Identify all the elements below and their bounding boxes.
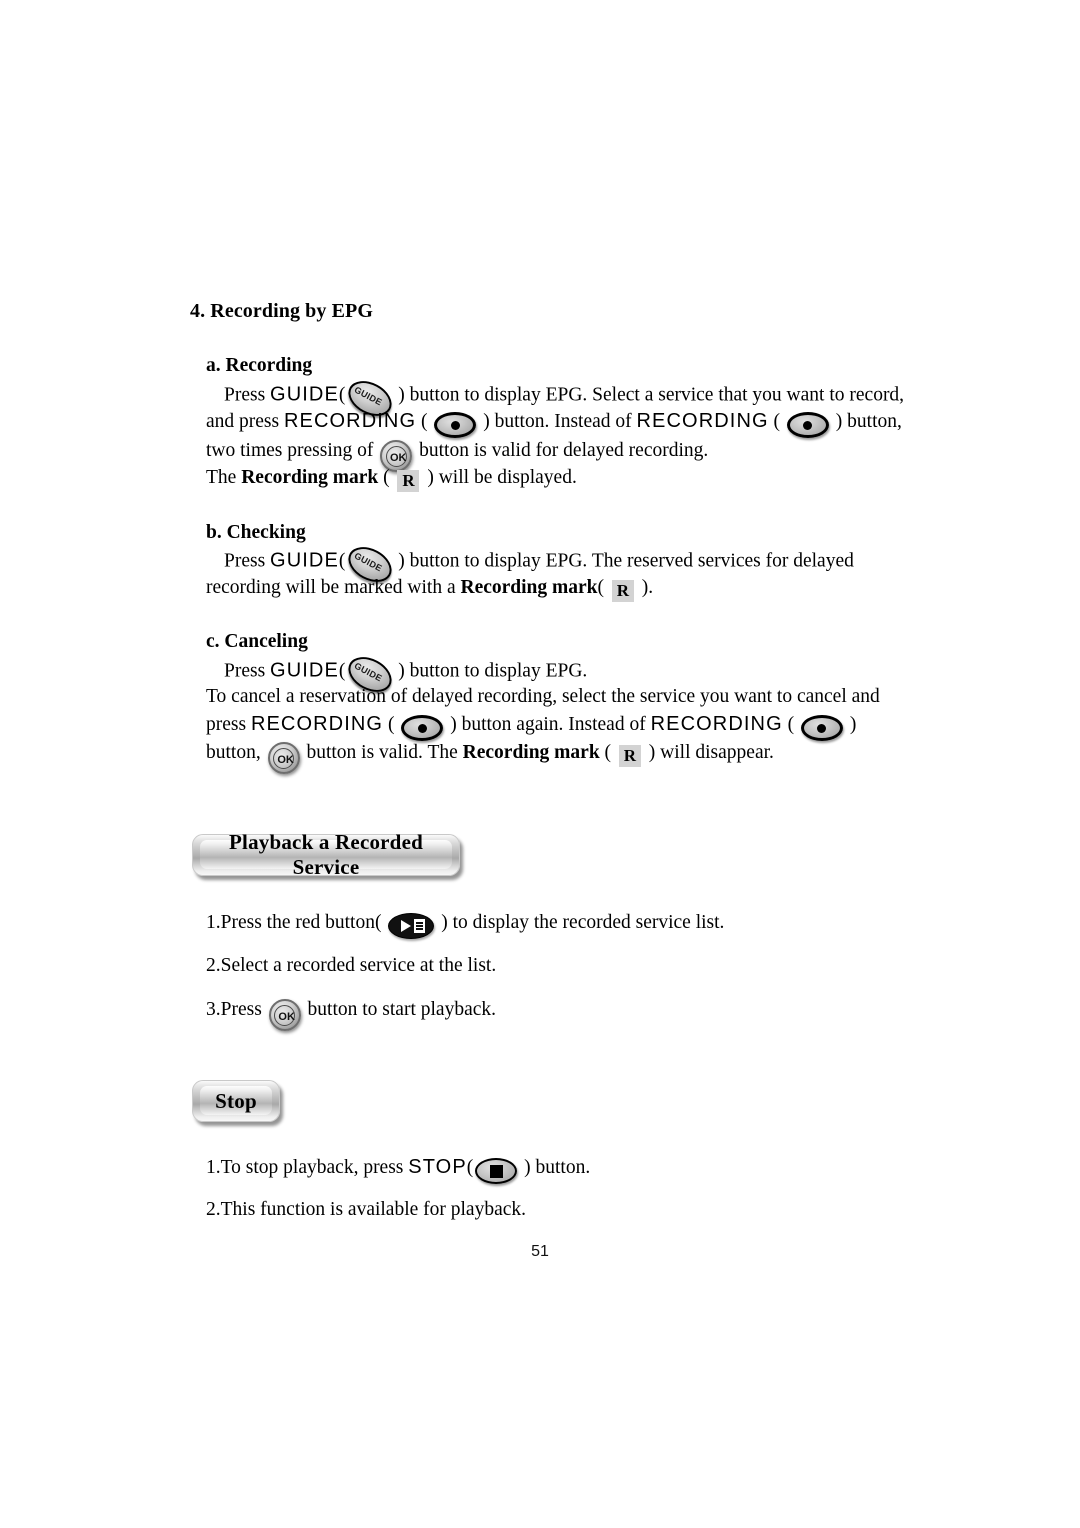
- recording-button-icon: [434, 412, 477, 439]
- keyname-guide: GUIDE: [270, 383, 339, 406]
- paren-open: (: [466, 1157, 474, 1178]
- ok-icon-label: OK: [278, 1011, 295, 1023]
- red-button-icon: [388, 913, 435, 940]
- keyname-recording: RECORDING: [250, 713, 384, 735]
- stop-step-2: 2.This function is available for playbac…: [206, 1199, 527, 1220]
- text-instead-of: ) button. Instead of: [478, 411, 637, 432]
- keyname-recording: RECORDING: [283, 410, 417, 432]
- subsection-heading-b-checking: b. Checking: [206, 522, 306, 543]
- record-dot: [803, 420, 813, 430]
- stop-button-icon: [475, 1158, 518, 1185]
- playback-step-1: 1.Press the red button( ) to display the…: [206, 912, 725, 940]
- recording-mark-icon: R: [611, 579, 634, 602]
- keyname-recording-2: RECORDING: [636, 410, 769, 432]
- paragraph-a-line-1: Press GUIDE(GUIDE ) button to display EP…: [224, 374, 905, 423]
- keyname-guide: GUIDE: [270, 549, 339, 572]
- text-reserved-services: ) button to display EPG. The reserved se…: [393, 550, 854, 572]
- text-paren-1: (: [416, 411, 433, 432]
- subsection-heading-a-recording: a. Recording: [206, 355, 313, 376]
- text-recording-marked: recording will be marked with a: [206, 577, 461, 598]
- document-page: 4. Recording by EPG a. Recording Press G…: [0, 0, 1080, 1528]
- subsection-heading-c-canceling: c. Canceling: [206, 631, 308, 652]
- play-triangle-icon: [401, 920, 412, 933]
- text-press: Press: [224, 550, 271, 572]
- text-paren-2: (: [768, 411, 785, 432]
- text-press: Press: [224, 660, 271, 682]
- text-press-red-button: 1.Press the red button(: [206, 912, 387, 933]
- keyname-guide: GUIDE: [270, 659, 339, 682]
- paragraph-c-line-2: To cancel a reservation of delayed recor…: [206, 686, 880, 707]
- stop-square: [489, 1164, 503, 1178]
- banner-stop-label: Stop: [215, 1088, 257, 1113]
- guide-button-icon: GUIDE: [342, 650, 398, 699]
- recording-mark-icon: R: [618, 744, 641, 767]
- text-paren-1: (: [383, 714, 400, 735]
- text-start-playback: button to start playback.: [302, 998, 497, 1020]
- paragraph-a-line-3: two times pressing of OK button is valid…: [206, 439, 709, 472]
- ok-button-icon: OK: [268, 999, 301, 1031]
- text-button: ) button.: [519, 1157, 591, 1178]
- text-paren-2: (: [782, 714, 799, 735]
- text-display-recorded-list: ) to display the recorded service list.: [436, 912, 725, 933]
- text-will-disappear: ) will disappear.: [643, 741, 774, 763]
- text-press: Press: [224, 384, 271, 406]
- text-press: 3.Press: [206, 998, 267, 1020]
- text-valid-delayed: button is valid for delayed recording.: [414, 439, 709, 461]
- stop-step-1: 1.To stop playback, press STOP( ) button…: [206, 1156, 591, 1185]
- text-paren-open: (: [378, 467, 395, 488]
- text-button-end: ) button,: [830, 411, 902, 432]
- record-dot: [450, 420, 460, 430]
- text-recording-mark-bold: Recording mark: [241, 467, 379, 488]
- text-display-epg: ) button to display EPG.: [393, 660, 588, 682]
- section-heading-recording-by-epg: 4. Recording by EPG: [190, 300, 374, 322]
- recording-button-icon: [401, 715, 444, 742]
- text-recording-mark-bold: Recording mark: [462, 741, 600, 763]
- paragraph-c-line-3: press RECORDING ( ) button again. Instea…: [206, 713, 857, 742]
- paragraph-a-line-4: The Recording mark ( R ) will be display…: [206, 467, 577, 492]
- paragraph-c-line-4: button, OK button is valid. The Recordin…: [206, 741, 774, 774]
- text-will-be-displayed: ) will be displayed.: [422, 467, 577, 488]
- list-document-icon: [414, 919, 426, 934]
- text-button: button,: [206, 741, 266, 763]
- text-two-times: two times pressing of: [206, 439, 379, 461]
- banner-playback-a-recorded-service: Playback a Recorded Service: [192, 830, 460, 879]
- record-dot: [417, 723, 427, 733]
- page-number: 51: [531, 1243, 549, 1260]
- paragraph-b-line-1: Press GUIDE(GUIDE ) button to display EP…: [224, 540, 854, 589]
- text-after-guide: ) button to display EPG. Select a servic…: [393, 384, 905, 406]
- banner-stop: Stop: [192, 1080, 280, 1122]
- text-paren-open: (: [599, 741, 616, 763]
- text-press: press: [206, 714, 251, 735]
- playback-step-3: 3.Press OK button to start playback.: [206, 998, 497, 1031]
- text-paren-close: ): [844, 714, 857, 735]
- paragraph-c-line-1: Press GUIDE(GUIDE ) button to display EP…: [224, 650, 588, 699]
- keyname-recording-2: RECORDING: [650, 713, 783, 735]
- text-button-again: ) button again. Instead of: [445, 714, 651, 735]
- guide-button-icon: GUIDE: [342, 374, 398, 423]
- text-to-stop-playback: 1.To stop playback, press: [206, 1157, 409, 1178]
- text-and-press: and press: [206, 411, 284, 432]
- doc-line: [416, 928, 424, 931]
- recording-button-icon-2: [800, 715, 843, 742]
- banner-playback-label: Playback a Recorded Service: [229, 830, 423, 879]
- doc-line: [416, 922, 424, 924]
- text-paren-open: (: [597, 577, 609, 598]
- text-button-is-valid: button is valid. The: [301, 741, 463, 763]
- text-the: The: [206, 467, 242, 488]
- ok-button-icon: OK: [267, 742, 300, 774]
- doc-line: [416, 925, 424, 927]
- paragraph-a-line-2: and press RECORDING ( ) button. Instead …: [206, 410, 902, 439]
- record-dot: [817, 723, 827, 733]
- recording-mark-icon: R: [397, 469, 420, 492]
- playback-step-2: 2.Select a recorded service at the list.: [206, 955, 497, 976]
- text-paren-close: ).: [636, 577, 654, 598]
- ok-icon-label: OK: [277, 754, 294, 766]
- text-recording-mark-bold: Recording mark: [460, 577, 598, 598]
- guide-button-icon: GUIDE: [342, 540, 398, 589]
- paragraph-b-line-2: recording will be marked with a Recordin…: [206, 577, 654, 602]
- keyname-stop: STOP: [408, 1156, 467, 1178]
- recording-button-icon-2: [786, 412, 829, 439]
